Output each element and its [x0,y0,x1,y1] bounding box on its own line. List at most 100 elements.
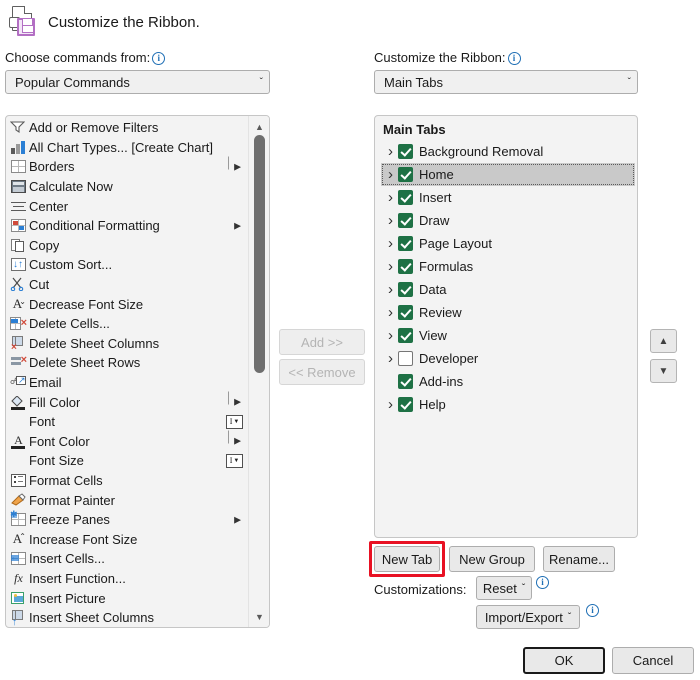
add-button[interactable]: Add >> [279,329,365,355]
ribbon-tab-checkbox[interactable] [398,190,413,205]
move-down-button[interactable]: ▼ [650,359,677,383]
scrollbar-thumb[interactable] [254,135,265,373]
command-row[interactable]: All Chart Types... [Create Chart] [6,138,247,158]
ribbon-tab-label: Add-ins [419,374,464,389]
ribbon-tab-row[interactable]: › Home [381,163,635,186]
commands-listbox[interactable]: Add or Remove Filters All Chart Types... … [5,115,270,628]
scroll-down-icon[interactable]: ▼ [249,608,269,625]
command-row[interactable]: Cut [6,275,247,295]
chevron-right-icon[interactable]: › [383,258,398,275]
command-row[interactable]: Conditional Formatting ▶ [6,216,247,236]
command-row[interactable]: ☍ ↗ Email [6,373,247,393]
command-row[interactable]: Copy [6,236,247,256]
ribbon-tab-checkbox[interactable] [398,144,413,159]
ribbon-tab-checkbox[interactable] [398,351,413,366]
command-row[interactable]: Center [6,196,247,216]
command-row[interactable]: Insert Picture [6,588,247,608]
command-row[interactable]: Font I ▼ [6,412,247,432]
ribbon-tab-checkbox[interactable] [398,259,413,274]
chevron-right-icon[interactable]: › [383,166,398,183]
command-row[interactable]: Borders ▶ [6,156,247,177]
ribbon-tab-row[interactable]: › Developer [381,347,635,370]
choose-commands-combo[interactable]: Popular Commands ˇ [5,70,270,94]
chevron-right-icon[interactable]: › [383,281,398,298]
move-up-button[interactable]: ▲ [650,329,677,353]
ribbon-tab-row[interactable]: › Draw [381,209,635,232]
command-row[interactable]: fx Insert Function... [6,569,247,589]
cancel-button[interactable]: Cancel [612,647,694,674]
reset-button[interactable]: Reset ˇ [476,576,532,600]
new-tab-button[interactable]: New Tab [374,546,440,572]
inline-combo-box-icon[interactable]: I ▼ [226,414,243,429]
scrollbar-track[interactable] [254,135,265,608]
ribbon-tab-row[interactable]: › Help [381,393,635,416]
chevron-right-icon[interactable]: › [383,350,398,367]
command-row[interactable]: × Delete Sheet Rows [6,353,247,373]
command-label: Conditional Formatting [29,218,160,234]
command-row[interactable]: Format Painter [6,490,247,510]
command-row[interactable]: Format Cells [6,471,247,491]
ribbon-tab-row[interactable]: › Review [381,301,635,324]
submenu-arrow-icon[interactable]: ▶ [228,391,241,408]
customize-ribbon-combo[interactable]: Main Tabs ˇ [374,70,638,94]
chevron-right-icon[interactable]: › [383,143,398,160]
command-row[interactable]: A ⌃ Increase Font Size [6,529,247,549]
ribbon-tab-row[interactable]: Add-ins [381,370,635,393]
command-row[interactable]: ↓↑ Custom Sort... [6,255,247,275]
ribbon-tab-row[interactable]: › View [381,324,635,347]
ribbon-tab-row[interactable]: › Page Layout [381,232,635,255]
commands-scrollbar[interactable]: ▲ ▼ [248,116,269,627]
submenu-arrow-icon[interactable]: ▶ [234,514,241,525]
ribbon-tab-row[interactable]: › Background Removal [381,140,635,163]
command-label: Delete Sheet Rows [29,355,141,371]
submenu-arrow-icon[interactable]: ▶ [228,156,241,172]
command-label: Font Color [29,433,90,449]
info-icon[interactable]: i [507,52,521,65]
submenu-arrow-icon[interactable]: ▶ [234,220,241,231]
submenu-arrow-icon[interactable]: ▶ [228,430,241,447]
remove-button[interactable]: << Remove [279,359,365,385]
ribbon-tab-row[interactable]: › Data [381,278,635,301]
info-icon[interactable]: i [586,604,599,617]
chevron-right-icon[interactable]: › [383,304,398,321]
command-row[interactable]: Add or Remove Filters [6,118,247,138]
ribbon-tab-checkbox[interactable] [398,282,413,297]
command-row[interactable]: A Font Color ▶ [6,430,247,452]
increase-font-size-icon: A ⌃ [12,531,26,547]
scroll-up-icon[interactable]: ▲ [249,118,269,135]
ribbon-tab-checkbox[interactable] [398,397,413,412]
freeze-panes-icon: ✱ [10,510,27,527]
chevron-right-icon[interactable]: › [383,212,398,229]
chevron-right-icon[interactable]: › [383,235,398,252]
ribbon-tab-checkbox[interactable] [398,305,413,320]
ribbon-tab-checkbox[interactable] [398,213,413,228]
command-row[interactable]: × Delete Cells... [6,314,247,334]
info-icon[interactable]: i [152,52,166,65]
ribbon-tab-checkbox[interactable] [398,328,413,343]
command-row[interactable]: × Delete Sheet Columns [6,334,247,354]
command-row[interactable]: Calculate Now [6,177,247,197]
rename-button[interactable]: Rename... [543,546,615,572]
new-group-button[interactable]: New Group [449,546,535,572]
inline-combo-box-icon[interactable]: I ▼ [226,453,243,468]
ribbon-tabs-tree: › Background Removal › Home › Insert › Draw › Pag… [381,140,635,416]
ribbon-tab-checkbox[interactable] [398,167,413,182]
ribbon-tab-checkbox[interactable] [398,236,413,251]
ok-button[interactable]: OK [523,647,605,674]
chevron-right-icon[interactable]: › [383,327,398,344]
ribbon-tab-checkbox[interactable] [398,374,413,389]
command-row[interactable]: Font Size I ▼ [6,451,247,471]
import-export-button[interactable]: Import/Export ˇ [476,605,580,629]
command-row[interactable]: ✱ Freeze Panes ▶ [6,510,247,530]
command-row[interactable]: ← Insert Cells... [6,549,247,569]
chevron-right-icon[interactable]: › [383,396,398,413]
chevron-right-icon[interactable]: › [383,189,398,206]
ribbon-tab-row[interactable]: › Insert [381,186,635,209]
command-row[interactable]: A ⌄ Decrease Font Size [6,294,247,314]
ribbon-tab-row[interactable]: › Formulas [381,255,635,278]
command-row[interactable]: Fill Color ▶ [6,391,247,412]
info-icon[interactable]: i [536,576,549,589]
command-row[interactable]: ↑ Insert Sheet Columns [6,608,247,627]
customize-ribbon-dialog: Customize the Ribbon. Choose commands fr… [0,0,700,680]
ribbon-tabs-listbox[interactable]: Main Tabs › Background Removal › Home › Inser… [374,115,638,538]
